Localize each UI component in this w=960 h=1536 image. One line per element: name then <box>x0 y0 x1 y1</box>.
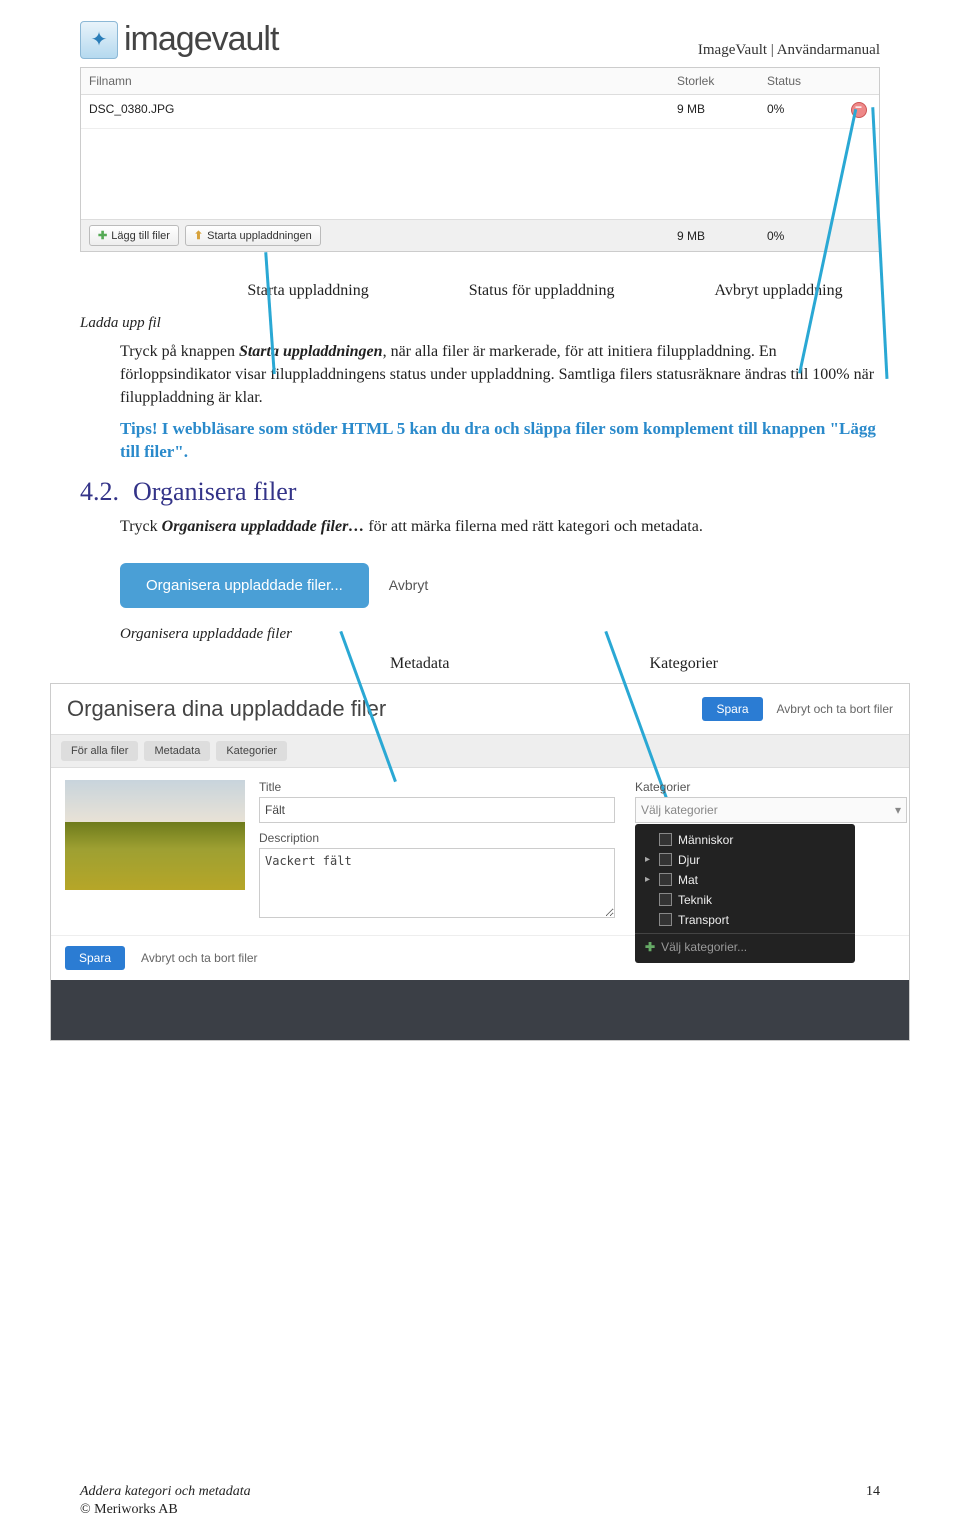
section-number: 4.2. <box>80 477 119 507</box>
save-button-bottom[interactable]: Spara <box>65 946 125 970</box>
cat-add-item[interactable]: ✚Välj kategorier... <box>635 933 855 957</box>
caption-organize: Organisera uppladdade filer <box>120 626 880 643</box>
cancel-remove-link-bottom[interactable]: Avbryt och ta bort filer <box>141 951 258 965</box>
organize-files-button[interactable]: Organisera uppladdade filer... <box>120 563 369 608</box>
callout-status: Status för uppladdning <box>469 282 615 300</box>
add-files-button[interactable]: ✚Lägg till filer <box>89 225 179 246</box>
dark-footer-strip <box>51 980 909 1040</box>
logo-icon: ✦ <box>80 21 118 59</box>
copyright: © Meriworks AB <box>80 1502 251 1518</box>
upload-row: DSC_0380.JPG 9 MB 0% <box>81 95 879 129</box>
caption-add-metadata: Addera kategori och metadata <box>80 1484 251 1500</box>
label-categories: Kategorier <box>650 655 718 673</box>
start-upload-button[interactable]: ⬆Starta uppladdningen <box>185 225 321 246</box>
col-status: Status <box>767 74 847 88</box>
cancel-remove-link-top[interactable]: Avbryt och ta bort filer <box>777 702 894 716</box>
upload-panel: Filnamn Storlek Status DSC_0380.JPG 9 MB… <box>80 67 880 252</box>
total-status: 0% <box>767 229 847 243</box>
page-number: 14 <box>866 1484 880 1518</box>
file-status: 0% <box>767 102 847 121</box>
categories-dropdown[interactable]: Välj kategorier ▾ <box>635 797 907 823</box>
col-size: Storlek <box>677 74 767 88</box>
paragraph-organize: Tryck Organisera uppladdade filer… för a… <box>120 515 880 538</box>
label-metadata: Metadata <box>390 655 450 673</box>
cat-item[interactable]: ▸Mat <box>635 870 855 890</box>
organize-heading: Organisera dina uppladdade filer <box>67 696 386 722</box>
cat-item[interactable]: Teknik <box>635 890 855 910</box>
file-size: 9 MB <box>677 102 767 121</box>
callout-start: Starta uppladdning <box>247 282 368 300</box>
doc-title: ImageVault | Användarmanual <box>698 42 880 59</box>
file-thumbnail <box>65 780 245 890</box>
tab-metadata[interactable]: Metadata <box>144 741 210 761</box>
col-filename: Filnamn <box>89 74 677 88</box>
caption-upload-file: Ladda upp fil <box>80 315 880 332</box>
chevron-down-icon: ▾ <box>895 803 901 817</box>
cat-item[interactable]: Människor <box>635 830 855 850</box>
file-name: DSC_0380.JPG <box>89 102 677 121</box>
organize-panel: Organisera dina uppladdade filer Spara A… <box>50 683 910 1041</box>
categories-menu: Människor ▸Djur ▸Mat Teknik Transport ✚V… <box>635 824 855 963</box>
section-title: Organisera filer <box>133 477 296 506</box>
logo-text: imagevault <box>124 20 278 59</box>
callout-cancel: Avbryt uppladdning <box>714 282 842 300</box>
tab-categories[interactable]: Kategorier <box>216 741 287 761</box>
paragraph-upload: Tryck på knappen Starta uppladdningen, n… <box>120 340 880 410</box>
cat-item[interactable]: Transport <box>635 910 855 930</box>
description-textarea[interactable] <box>259 848 615 918</box>
cat-item[interactable]: ▸Djur <box>635 850 855 870</box>
cancel-link[interactable]: Avbryt <box>389 577 428 593</box>
save-button-top[interactable]: Spara <box>702 697 762 721</box>
title-input[interactable] <box>259 797 615 823</box>
tab-all-files[interactable]: För alla filer <box>61 741 138 761</box>
tips-text: Tips! I webbläsare som stöder HTML 5 kan… <box>120 418 880 464</box>
description-label: Description <box>259 831 615 845</box>
logo: ✦ imagevault <box>80 20 278 59</box>
categories-label: Kategorier <box>635 780 895 794</box>
title-label: Title <box>259 780 615 794</box>
add-icon: ✚ <box>98 229 107 242</box>
upload-icon: ⬆ <box>194 229 203 242</box>
total-size: 9 MB <box>677 229 767 243</box>
